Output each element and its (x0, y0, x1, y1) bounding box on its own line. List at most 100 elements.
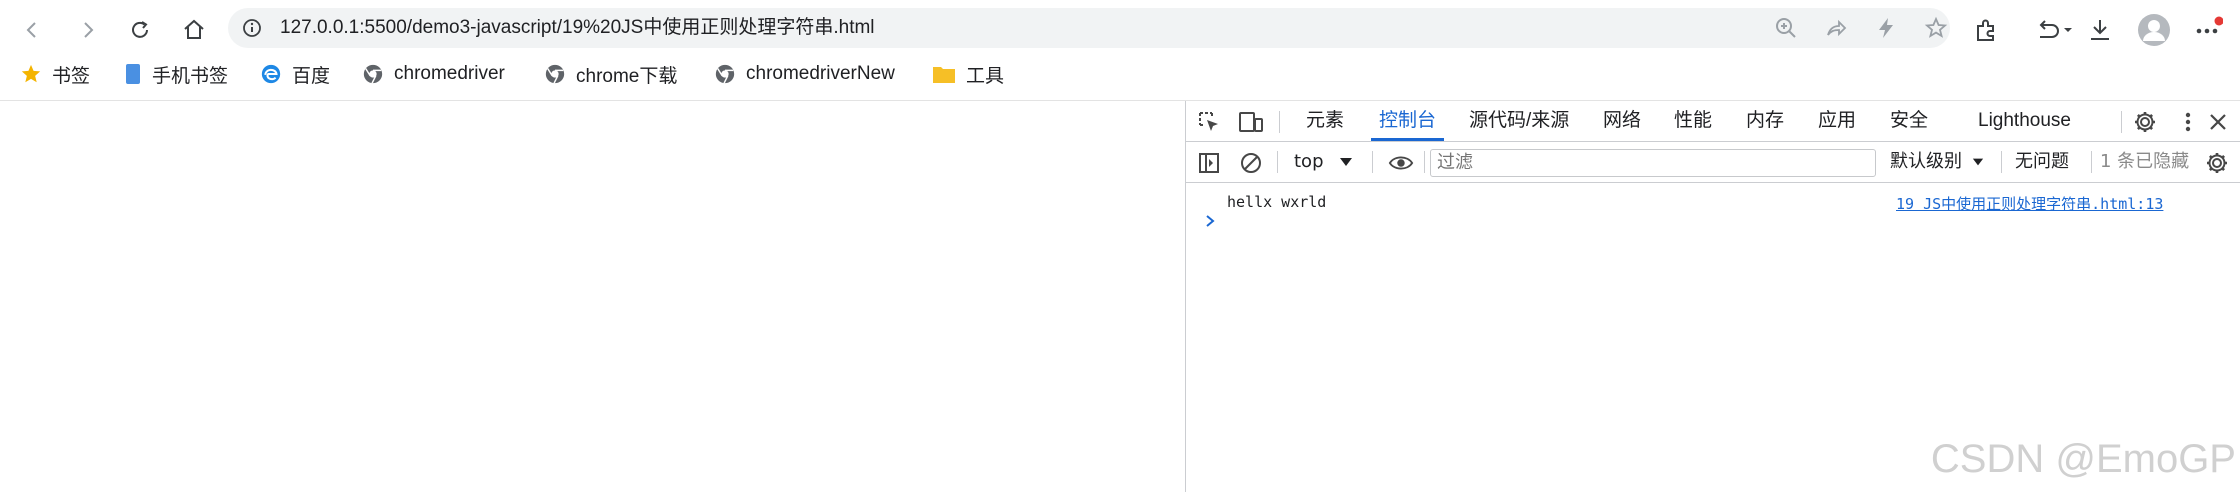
more-horizontal-icon (2196, 16, 2223, 34)
chrome-site-icon (545, 64, 565, 84)
settings-button[interactable] (2132, 109, 2158, 135)
close-icon (2210, 114, 2226, 130)
tab-performance[interactable]: 性能 (1674, 101, 1712, 141)
downloads-button[interactable] (2080, 10, 2120, 50)
zoom-icon[interactable] (1774, 16, 1798, 40)
console-message: hellx wxrld (1227, 193, 1327, 211)
divider (2091, 151, 2092, 173)
bookmarks-bar: 书签 手机书签 百度 chromedriver chrome下载 chromed… (0, 56, 1100, 92)
tab-network[interactable]: 网络 (1603, 101, 1641, 141)
address-bar[interactable]: 127.0.0.1:5500/demo3-javascript/19%20JS中… (228, 8, 1950, 48)
extensions-button[interactable] (1966, 10, 2006, 50)
chevron-right-icon (84, 22, 94, 38)
bookmark-item[interactable]: chromedriver (362, 56, 505, 92)
tab-console[interactable]: 控制台 (1370, 101, 1445, 141)
filter-input[interactable] (1437, 150, 1867, 174)
bookmark-label: 工具 (966, 65, 1005, 87)
more-vertical-icon (2185, 112, 2191, 132)
star-outline-icon[interactable] (1924, 16, 1948, 40)
divider (2001, 151, 2002, 173)
bookmark-label: chromedriverNew (746, 63, 895, 84)
page-viewport (0, 101, 1185, 492)
clear-console-button[interactable] (1238, 150, 1264, 176)
log-levels-label: 默认级别 (1890, 151, 1962, 172)
bookmark-item[interactable]: chrome下载 (544, 56, 677, 92)
more-options-button[interactable] (2175, 109, 2201, 135)
console-source-link[interactable]: 19 JS中使用正则处理字符串.html:13 (1896, 193, 2163, 214)
close-devtools-button[interactable] (2205, 109, 2231, 135)
reload-icon (132, 21, 148, 38)
bookmark-item[interactable]: chromedriverNew (714, 56, 895, 92)
caret-down-icon (1340, 158, 1353, 166)
forward-button[interactable] (66, 8, 110, 52)
puzzle-icon (1977, 19, 1994, 41)
filter-field[interactable] (1430, 149, 1876, 177)
divider (1279, 111, 1280, 133)
tab-lighthouse[interactable]: Lighthouse (1978, 101, 2071, 141)
sidebar-icon (1199, 153, 1219, 173)
bookmark-item[interactable]: 工具 (932, 56, 1004, 92)
avatar-icon (2138, 14, 2170, 46)
site-info-icon[interactable] (242, 18, 262, 38)
back-button[interactable] (10, 8, 54, 52)
url-text[interactable]: 127.0.0.1:5500/demo3-javascript/19%20JS中… (280, 8, 875, 48)
share-icon[interactable] (1824, 16, 1848, 40)
home-button[interactable] (172, 8, 216, 52)
tab-elements[interactable]: 元素 (1306, 101, 1344, 141)
bookmark-label: chrome下载 (576, 65, 678, 87)
sidebar-toggle-button[interactable] (1196, 150, 1222, 176)
folder-icon (933, 67, 955, 83)
caret-down-icon (1972, 158, 1983, 166)
bookmark-item[interactable]: 书签 (20, 56, 90, 92)
devtools-tabbar: 元素 控制台 源代码/来源 网络 性能 内存 应用 安全 Lighthouse (1186, 101, 2240, 142)
menu-button[interactable] (2188, 10, 2228, 50)
divider (1277, 151, 1278, 173)
tab-memory[interactable]: 内存 (1746, 101, 1784, 141)
reload-button[interactable] (118, 8, 162, 52)
lightning-icon[interactable] (1874, 16, 1898, 40)
undo-icon (2039, 20, 2072, 38)
watermark: CSDN @EmoGP (1930, 437, 2236, 481)
console-toolbar: top 默认级别 无问题 1 条已隐藏 (1186, 142, 2240, 183)
tab-application[interactable]: 应用 (1818, 101, 1856, 141)
chevron-left-icon (26, 22, 36, 38)
inspect-icon (1199, 112, 1218, 131)
edge-logo-icon (261, 64, 281, 84)
browser-toolbar: 127.0.0.1:5500/demo3-javascript/19%20JS中… (0, 0, 2240, 101)
device-icon (1239, 112, 1263, 132)
tab-sources[interactable]: 源代码/来源 (1469, 101, 1569, 141)
console-settings-button[interactable] (2204, 150, 2230, 176)
chrome-site-icon (363, 64, 383, 84)
context-label: top (1294, 151, 1324, 172)
gear-icon (2207, 153, 2227, 173)
context-selector[interactable]: top (1294, 142, 1353, 182)
download-icon (2091, 20, 2109, 40)
bookmark-label: 手机书签 (152, 65, 229, 87)
console-prompt[interactable] (1204, 213, 1216, 234)
bookmark-label: 百度 (292, 65, 331, 87)
profile-button[interactable] (2134, 10, 2174, 50)
divider (2121, 111, 2122, 133)
bookmark-item[interactable]: 手机书签 (124, 56, 228, 92)
divider (1424, 151, 1425, 173)
issues-button[interactable]: 无问题 (2015, 142, 2069, 182)
inspect-element-button[interactable] (1196, 109, 1222, 135)
log-levels-dropdown[interactable]: 默认级别 (1890, 142, 1984, 182)
eye-icon (1388, 156, 1414, 170)
divider (1372, 151, 1373, 173)
chrome-site-icon (715, 64, 735, 84)
tab-security[interactable]: 安全 (1890, 101, 1928, 141)
block-icon (1241, 153, 1261, 173)
phone-bookmark-icon (126, 64, 140, 84)
hidden-count: 1 条已隐藏 (2100, 151, 2190, 172)
bookmark-label: 书签 (52, 65, 91, 87)
chevron-right-icon (1206, 215, 1215, 227)
devtools-panel: 元素 控制台 源代码/来源 网络 性能 内存 应用 安全 Lighthouse … (1185, 101, 2240, 492)
bookmark-label: chromedriver (394, 63, 505, 84)
bookmark-item[interactable]: 百度 (260, 56, 330, 92)
star-icon (21, 64, 41, 83)
live-expression-button[interactable] (1388, 150, 1414, 176)
home-icon (184, 19, 204, 39)
device-toolbar-button[interactable] (1238, 109, 1264, 135)
history-button[interactable] (2024, 10, 2084, 50)
